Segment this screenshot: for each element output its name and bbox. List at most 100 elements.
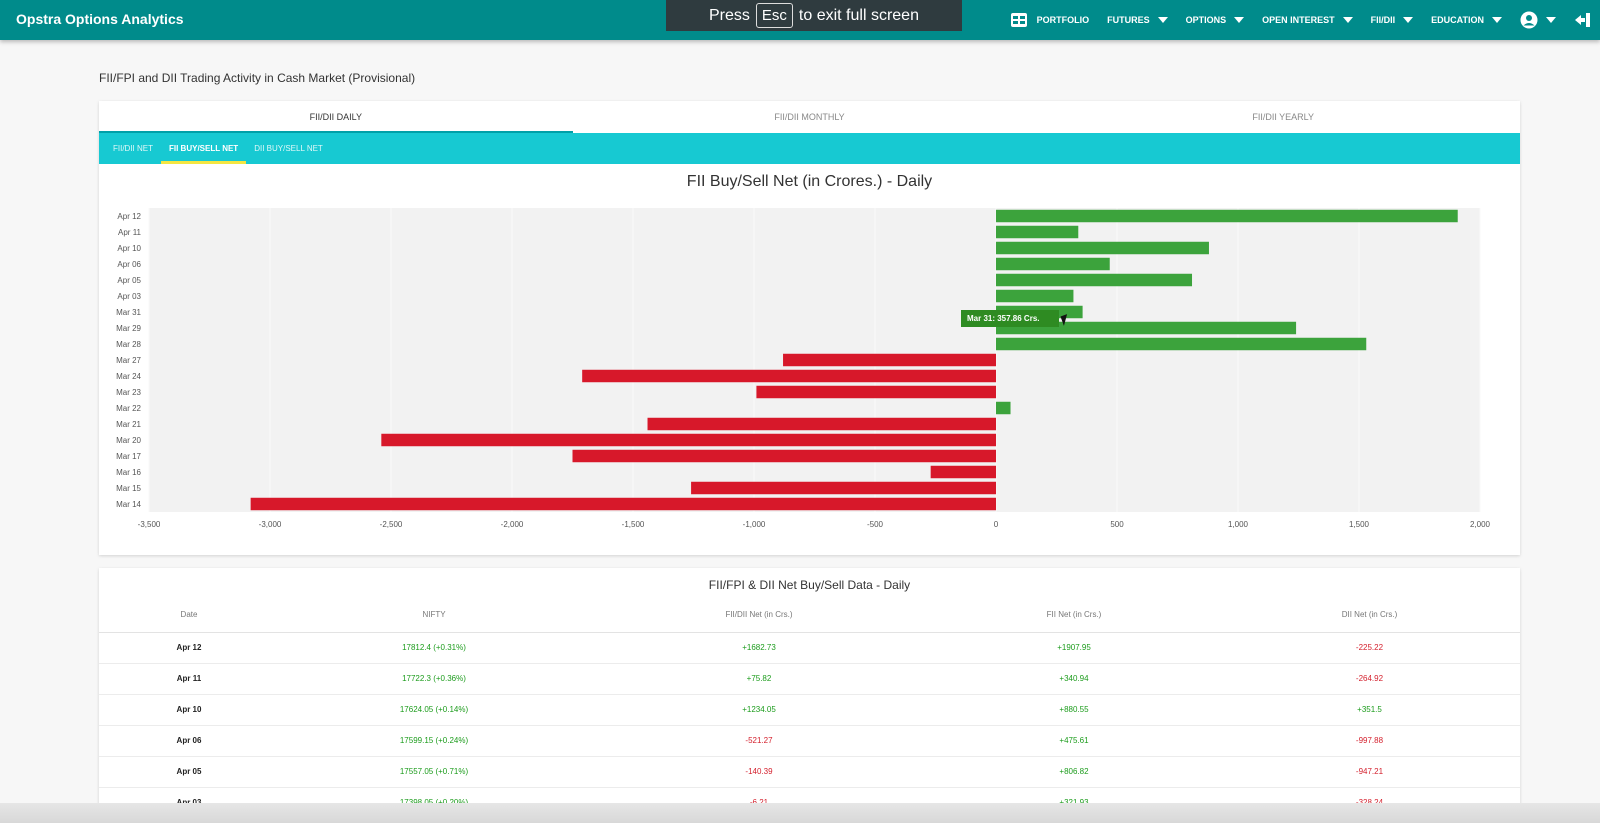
chart-card: FII/DII DAILY FII/DII MONTHLY FII/DII YE…: [99, 101, 1520, 555]
y-tick-label: Mar 27: [116, 356, 141, 365]
nav-fii-dii[interactable]: FII/DII: [1371, 15, 1414, 25]
chart-bar[interactable]: [996, 273, 1193, 287]
chart-bar[interactable]: [996, 225, 1079, 239]
column-header-date[interactable]: Date: [99, 598, 279, 633]
cell-date: Apr 11: [99, 663, 279, 695]
y-tick-label: Mar 17: [116, 452, 141, 461]
cell-fii-net: +475.61: [929, 725, 1219, 757]
cell-fii-net: +1907.95: [929, 632, 1219, 664]
y-tick-label: Mar 21: [116, 420, 141, 429]
y-tick-label: Apr 10: [117, 244, 141, 253]
y-tick-label: Mar 29: [116, 324, 141, 333]
nav-portfolio[interactable]: PORTFOLIO: [1010, 13, 1090, 27]
fullscreen-text-pre: Press: [709, 6, 750, 24]
chart-bar[interactable]: [996, 337, 1367, 351]
tab-daily[interactable]: FII/DII DAILY: [99, 101, 573, 133]
nav-futures[interactable]: FUTURES: [1107, 15, 1168, 25]
column-header-dii-net[interactable]: DII Net (in Crs.): [1219, 598, 1520, 633]
chart-bar[interactable]: [996, 241, 1209, 255]
column-header-fii-dii-net[interactable]: FII/DII Net (in Crs.): [589, 598, 929, 633]
cell-nifty: 17722.3 (+0.36%): [279, 663, 589, 695]
x-tick-label: -3,000: [259, 520, 282, 529]
nav-open-interest[interactable]: OPEN INTEREST: [1262, 15, 1353, 25]
subtab-dii-buy-sell-net[interactable]: DII BUY/SELL NET: [246, 133, 331, 164]
cell-dii-net: -264.92: [1219, 663, 1520, 695]
table-title: FII/FPI & DII Net Buy/Sell Data - Daily: [708, 578, 911, 592]
y-tick-label: Apr 06: [117, 260, 141, 269]
chart-bar[interactable]: [996, 289, 1074, 303]
y-tick-label: Mar 31: [116, 308, 141, 317]
chart-tooltip: Mar 31: 357.86 Crs.: [961, 310, 1059, 327]
cell-fii-dii-net: +75.82: [589, 663, 929, 695]
column-header-nifty[interactable]: NIFTY: [279, 598, 589, 633]
chart-bar[interactable]: [250, 497, 996, 511]
x-tick-label: -1,500: [622, 520, 645, 529]
period-tabs: FII/DII DAILY FII/DII MONTHLY FII/DII YE…: [99, 101, 1520, 133]
logout-icon: [1575, 13, 1590, 27]
cell-fii-dii-net: -521.27: [589, 725, 929, 757]
nav-label: FII/DII: [1370, 15, 1396, 25]
chart-bar[interactable]: [996, 257, 1110, 271]
nav-label: EDUCATION: [1431, 15, 1484, 25]
fii-dii-table: Date NIFTY FII/DII Net (in Crs.) FII Net…: [99, 598, 1520, 819]
nav-label: OPTIONS: [1185, 15, 1227, 25]
tab-yearly[interactable]: FII/DII YEARLY: [1046, 101, 1520, 133]
y-tick-label: Mar 14: [116, 500, 141, 509]
subtab-fii-buy-sell-net[interactable]: FII BUY/SELL NET: [161, 133, 247, 164]
nav-options[interactable]: OPTIONS: [1186, 15, 1245, 25]
cell-nifty: 17812.4 (+0.31%): [279, 632, 589, 664]
caret-down-icon: [1492, 17, 1502, 23]
page-title: FII/FPI and DII Trading Activity in Cash…: [99, 71, 416, 85]
user-account-icon: [1520, 11, 1538, 29]
fullscreen-banner: Press Esc to exit full screen: [666, 0, 962, 31]
y-tick-label: Mar 20: [116, 436, 141, 445]
y-tick-label: Mar 24: [116, 372, 141, 381]
x-tick-label: 0: [994, 520, 999, 529]
chart-bar[interactable]: [756, 385, 996, 399]
x-tick-label: -2,000: [501, 520, 524, 529]
esc-key-badge: Esc: [755, 3, 793, 28]
nav-label: OPEN INTEREST: [1262, 15, 1335, 25]
tab-monthly[interactable]: FII/DII MONTHLY: [573, 101, 1047, 133]
table-header-row: Date NIFTY FII/DII Net (in Crs.) FII Net…: [99, 598, 1520, 633]
caret-down-icon: [1157, 17, 1168, 23]
y-tick-label: Apr 05: [117, 276, 141, 285]
brand-logo[interactable]: Opstra Options Analytics: [16, 11, 184, 27]
main-nav: PORTFOLIO FUTURES OPTIONS OPEN INTEREST …: [993, 0, 1592, 40]
nav-account[interactable]: [1520, 11, 1556, 29]
table-row[interactable]: Apr 12 17812.4 (+0.31%) +1682.73 +1907.95 -2…: [99, 632, 1520, 664]
cell-nifty: 17557.05 (+0.71%): [279, 756, 589, 788]
cell-nifty: 17599.15 (+0.24%): [279, 725, 589, 757]
chart-bar[interactable]: [647, 417, 996, 431]
x-tick-label: -500: [867, 520, 884, 529]
chart-bar[interactable]: [996, 401, 1011, 415]
subtab-fii-dii-net[interactable]: FII/DII NET: [105, 133, 161, 164]
chart-bar[interactable]: [582, 369, 996, 383]
cell-fii-dii-net: +1234.05: [589, 694, 929, 726]
table-row[interactable]: Apr 05 17557.05 (+0.71%) -140.39 +806.82 -94…: [99, 756, 1520, 788]
nav-education[interactable]: EDUCATION: [1431, 15, 1502, 25]
nav-label: PORTFOLIO: [1036, 15, 1090, 25]
cell-fii-net: +880.55: [929, 694, 1219, 726]
table-row[interactable]: Apr 10 17624.05 (+0.14%) +1234.05 +880.55 +3…: [99, 694, 1520, 726]
chart-bar[interactable]: [691, 481, 996, 495]
x-tick-label: -3,500: [138, 520, 161, 529]
chart-bar[interactable]: [572, 449, 997, 463]
table-row[interactable]: Apr 11 17722.3 (+0.36%) +75.82 +340.94 -264.…: [99, 663, 1520, 695]
y-tick-label: Apr 03: [117, 292, 141, 301]
cell-dii-net: -225.22: [1219, 632, 1520, 664]
chart-bar[interactable]: [381, 433, 996, 447]
table-row[interactable]: Apr 06 17599.15 (+0.24%) -521.27 +475.61 -99…: [99, 725, 1520, 757]
chart-bar[interactable]: [930, 465, 996, 479]
caret-down-icon: [1546, 17, 1556, 23]
cell-fii-dii-net: +1682.73: [589, 632, 929, 664]
grid-icon: [1010, 13, 1027, 27]
table-body: Apr 12 17812.4 (+0.31%) +1682.73 +1907.95 -2…: [99, 632, 1520, 819]
chart-bar[interactable]: [783, 353, 996, 367]
x-tick-label: 2,000: [1470, 520, 1491, 529]
chart-bar[interactable]: [996, 209, 1458, 223]
caret-down-icon: [1234, 17, 1245, 23]
caret-down-icon: [1342, 17, 1353, 23]
logout-button[interactable]: [1574, 12, 1592, 28]
column-header-fii-net[interactable]: FII Net (in Crs.): [929, 598, 1219, 633]
